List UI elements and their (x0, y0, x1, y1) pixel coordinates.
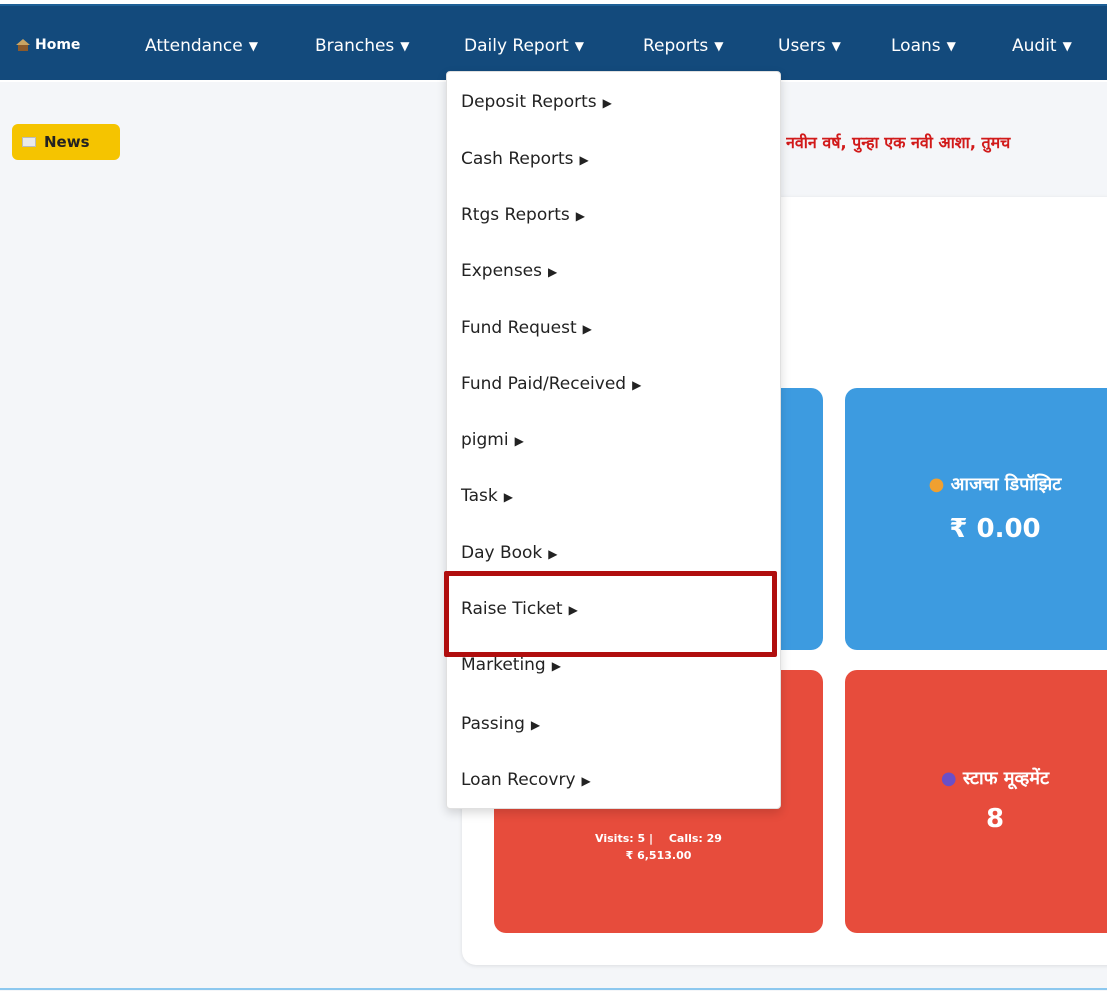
chevron-right-icon: ▶ (575, 209, 585, 223)
chevron-right-icon: ▶ (581, 774, 591, 788)
nav-branches[interactable]: Branches ▼ (315, 36, 410, 56)
caret-down-icon: ▼ (400, 39, 410, 53)
navbar-bar: Home Attendance ▼ Branches ▼ Daily Report ▼… (0, 4, 1107, 80)
staff-value: 8 (985, 804, 1005, 834)
top-navbar: Home Attendance ▼ Branches ▼ Daily Report ▼… (0, 0, 1107, 82)
nav-reports[interactable]: Reports ▼ (643, 36, 723, 56)
nav-home[interactable]: Home (16, 37, 80, 53)
menu-item-label: Loan Recovry (461, 770, 576, 790)
menu-item-label: pigmi (461, 430, 509, 450)
nav-branches-label: Branches (315, 36, 395, 56)
caret-down-icon: ▼ (248, 39, 258, 53)
nav-audit-label: Audit (1012, 36, 1057, 56)
chevron-right-icon: ▶ (548, 265, 558, 279)
chevron-right-icon: ▶ (632, 378, 642, 392)
money-bag-icon: ● (928, 474, 945, 495)
nav-reports-label: Reports (643, 36, 709, 56)
home-icon (16, 39, 30, 51)
card-staff-movement[interactable]: ● स्टाफ मूव्हमेंट 8 (845, 670, 1107, 933)
menu-item-label: Cash Reports (461, 149, 574, 169)
caret-down-icon: ▼ (831, 39, 841, 53)
menu-item-marketing[interactable]: Marketing ▶ (461, 655, 561, 675)
deposit-title: आजचा डिपॉझिट (950, 474, 1062, 495)
marketing-amount: ₹ 6,513.00 (625, 849, 692, 862)
marketing-stats: Visits: 5 | Calls: 29 (494, 832, 823, 845)
visits-text: Visits: 5 | (595, 832, 653, 845)
chevron-right-icon: ▶ (582, 322, 592, 336)
news-label: News (44, 133, 90, 151)
daily-report-dropdown: Deposit Reports ▶ Cash Reports ▶ Rtgs Repo… (446, 71, 781, 809)
caret-down-icon: ▼ (574, 39, 585, 53)
nav-attendance[interactable]: Attendance ▼ (145, 36, 258, 56)
menu-item-label: Rtgs Reports (461, 205, 570, 225)
caret-down-icon: ▼ (1062, 39, 1072, 53)
staff-title-row: ● स्टाफ मूव्हमेंट (845, 766, 1107, 790)
menu-item-expenses[interactable]: Expenses ▶ (461, 261, 557, 281)
calls-text: Calls: 29 (668, 832, 722, 845)
chevron-right-icon: ▶ (548, 547, 558, 561)
menu-item-label: Task (461, 486, 498, 506)
staff-title: स्टाफ मूव्हमेंट (962, 768, 1050, 789)
nav-loans-label: Loans (891, 36, 941, 56)
menu-item-label: Marketing (461, 655, 546, 675)
chevron-right-icon: ▶ (503, 490, 513, 504)
menu-item-label: Day Book (461, 543, 543, 563)
caret-down-icon: ▼ (714, 39, 724, 53)
menu-item-label: Passing (461, 714, 525, 734)
chevron-right-icon: ▶ (514, 434, 524, 448)
chevron-right-icon: ▶ (602, 96, 612, 110)
menu-item-passing[interactable]: Passing ▶ (461, 714, 540, 734)
nav-users[interactable]: Users ▼ (778, 36, 841, 56)
caret-down-icon: ▼ (946, 39, 956, 53)
nav-daily-report[interactable]: Daily Report ▼ (464, 36, 584, 56)
menu-item-label: Expenses (461, 261, 542, 281)
bottom-divider (0, 988, 1107, 990)
people-icon: ● (940, 768, 957, 789)
menu-item-loan-recovry[interactable]: Loan Recovry ▶ (461, 770, 591, 790)
menu-item-task[interactable]: Task ▶ (461, 486, 513, 506)
nav-audit[interactable]: Audit ▼ (1012, 36, 1072, 56)
nav-home-label: Home (35, 37, 81, 53)
nav-attendance-label: Attendance (145, 36, 243, 56)
menu-item-deposit-reports[interactable]: Deposit Reports ▶ (461, 92, 612, 112)
news-badge: News (12, 124, 120, 160)
news-ticker: नवीन वर्ष, पुन्हा एक नवी आशा, तुमच (786, 133, 1011, 152)
menu-item-label: Fund Request (461, 318, 577, 338)
deposit-title-row: ● आजचा डिपॉझिट (845, 472, 1107, 496)
chevron-right-icon: ▶ (551, 659, 561, 673)
nav-daily-report-label: Daily Report (464, 36, 569, 56)
nav-loans[interactable]: Loans ▼ (891, 36, 956, 56)
chevron-right-icon: ▶ (579, 153, 589, 167)
menu-item-fund-request[interactable]: Fund Request ▶ (461, 318, 592, 338)
menu-item-rtgs-reports[interactable]: Rtgs Reports ▶ (461, 205, 585, 225)
chevron-right-icon: ▶ (530, 718, 541, 732)
highlight-box-raise-ticket (444, 571, 777, 657)
nav-users-label: Users (778, 36, 826, 56)
menu-item-fund-paid-received[interactable]: Fund Paid/Received ▶ (461, 374, 641, 394)
menu-item-day-book[interactable]: Day Book ▶ (461, 543, 558, 563)
menu-item-cash-reports[interactable]: Cash Reports ▶ (461, 149, 589, 169)
menu-item-label: Fund Paid/Received (461, 374, 627, 394)
deposit-value: ₹ 0.00 (949, 514, 1041, 544)
menu-item-pigmi[interactable]: pigmi ▶ (461, 430, 524, 450)
newspaper-icon (22, 137, 36, 147)
menu-item-label: Deposit Reports (461, 92, 597, 112)
card-todays-deposit[interactable]: ● आजचा डिपॉझिट ₹ 0.00 (845, 388, 1107, 650)
